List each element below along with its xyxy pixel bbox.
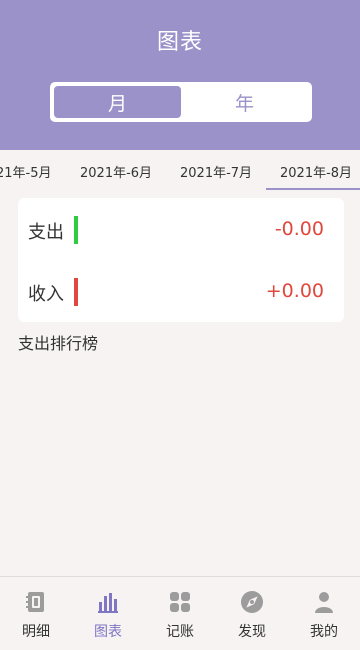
tab-details[interactable]: 明细 <box>0 577 72 650</box>
month-item-selected[interactable]: 2021年-8月 <box>280 162 352 181</box>
month-item[interactable]: 2021年-7月 <box>180 162 252 181</box>
income-bar <box>74 278 78 306</box>
bar-chart-icon <box>95 589 121 615</box>
tab-label: 图表 <box>94 624 122 640</box>
income-row[interactable]: 收入 +0.00 <box>18 260 344 322</box>
notebook-icon <box>23 589 49 615</box>
expense-row[interactable]: 支出 -0.00 <box>18 198 344 260</box>
tab-record[interactable]: 记账 <box>144 577 216 650</box>
grid-icon <box>167 589 193 615</box>
month-item[interactable]: 2021年-6月 <box>80 162 152 181</box>
tab-year[interactable]: 年 <box>181 86 308 118</box>
tab-label: 我的 <box>310 624 338 640</box>
tab-month[interactable]: 月 <box>54 86 181 118</box>
expense-value: -0.00 <box>274 218 324 240</box>
ranking-title: 支出排行榜 <box>18 334 99 353</box>
bottom-tab-bar: 明细 图表 记账 发现 我的 <box>0 576 360 650</box>
tab-label: 记账 <box>166 624 194 640</box>
month-indicator <box>266 188 360 190</box>
summary-card: 支出 -0.00 收入 +0.00 <box>18 198 344 322</box>
period-toggle: 月 年 <box>50 82 312 122</box>
tab-profile[interactable]: 我的 <box>288 577 360 650</box>
income-label: 收入 <box>28 284 64 305</box>
month-item[interactable]: 21年-5月 <box>0 162 52 181</box>
expense-bar <box>74 216 78 244</box>
page-title: 图表 <box>156 30 203 55</box>
income-value: +0.00 <box>265 280 324 302</box>
tab-charts[interactable]: 图表 <box>72 577 144 650</box>
tab-label: 发现 <box>238 624 266 640</box>
expense-label: 支出 <box>28 222 64 243</box>
month-selector: 21年-5月 2021年-6月 2021年-7月 2021年-8月 <box>0 150 360 192</box>
user-icon <box>311 589 337 615</box>
tab-label: 明细 <box>22 624 50 640</box>
tab-discover[interactable]: 发现 <box>216 577 288 650</box>
header: 图表 月 年 <box>0 0 360 150</box>
compass-icon <box>239 589 265 615</box>
